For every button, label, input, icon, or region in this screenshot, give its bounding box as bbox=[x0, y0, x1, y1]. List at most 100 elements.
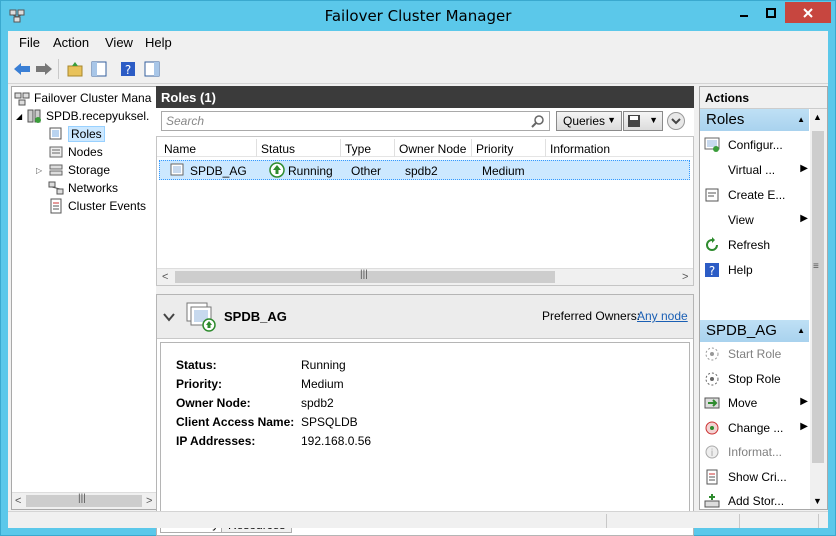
tree-item-roles[interactable]: Roles bbox=[48, 125, 105, 143]
action-pane-icon bbox=[144, 61, 160, 77]
start-role-icon bbox=[705, 347, 719, 361]
column-type[interactable]: Type bbox=[345, 142, 371, 156]
cell-owner-node: spdb2 bbox=[405, 164, 438, 178]
menu-view[interactable]: View bbox=[105, 35, 133, 50]
column-divider[interactable] bbox=[471, 139, 472, 157]
action-show-cri[interactable]: Show Cri... bbox=[704, 467, 808, 487]
scroll-down-icon[interactable]: ▼ bbox=[813, 496, 822, 506]
actions-section-role[interactable]: SPDB_AG ▲ bbox=[700, 320, 809, 342]
scroll-right-icon[interactable]: > bbox=[682, 271, 688, 283]
grid-horizontal-scrollbar[interactable]: < ||| > bbox=[157, 268, 693, 285]
show-action-pane-button[interactable] bbox=[141, 58, 163, 80]
tree-root-label: Failover Cluster Mana bbox=[34, 91, 152, 105]
action-view[interactable]: View ▶ bbox=[704, 210, 808, 230]
prop-priority-label: Priority: bbox=[176, 377, 223, 391]
column-divider[interactable] bbox=[340, 139, 341, 157]
scrollbar-thumb[interactable] bbox=[812, 131, 824, 463]
search-icon[interactable] bbox=[531, 114, 545, 128]
prop-owner-label: Owner Node: bbox=[176, 396, 251, 410]
help-icon: ? bbox=[705, 263, 719, 278]
search-input[interactable]: Search bbox=[161, 111, 550, 131]
help-button[interactable]: ? bbox=[117, 58, 139, 80]
chevron-down-icon bbox=[671, 118, 681, 125]
action-label: Start Role bbox=[728, 347, 782, 361]
title-bar[interactable]: Failover Cluster Manager bbox=[1, 1, 835, 31]
tree-cluster[interactable]: ◢ SPDB.recepyuksel. bbox=[16, 107, 149, 125]
action-create-e[interactable]: Create E... bbox=[704, 185, 808, 205]
collapse-button[interactable] bbox=[667, 112, 685, 130]
column-priority[interactable]: Priority bbox=[476, 142, 513, 156]
action-label: Informat... bbox=[728, 445, 783, 459]
menu-action[interactable]: Action bbox=[53, 35, 89, 50]
scroll-left-icon[interactable]: < bbox=[162, 271, 168, 283]
tree-item-networks[interactable]: Networks bbox=[48, 179, 118, 197]
column-divider[interactable] bbox=[545, 139, 546, 157]
close-button[interactable] bbox=[785, 2, 831, 23]
scroll-up-icon[interactable]: ▲ bbox=[813, 112, 822, 122]
action-refresh[interactable]: Refresh bbox=[704, 235, 808, 255]
move-icon bbox=[704, 397, 720, 409]
window-title: Failover Cluster Manager bbox=[324, 7, 512, 25]
action-help[interactable]: ? Help bbox=[704, 260, 808, 280]
preferred-owners-label: Preferred Owners: bbox=[542, 309, 641, 323]
tree-root[interactable]: Failover Cluster Mana bbox=[14, 89, 151, 107]
tree-item-cluster-events[interactable]: Cluster Events bbox=[48, 197, 146, 215]
forward-button[interactable] bbox=[33, 58, 55, 80]
prop-status-label: Status: bbox=[176, 358, 217, 372]
menu-help[interactable]: Help bbox=[145, 35, 172, 50]
cell-type: Other bbox=[351, 164, 382, 178]
column-divider[interactable] bbox=[256, 139, 257, 157]
section-role-label: SPDB_AG bbox=[706, 322, 777, 339]
maximize-button[interactable] bbox=[758, 2, 784, 23]
change-icon bbox=[705, 421, 719, 434]
save-query-button[interactable]: ▼ bbox=[623, 111, 663, 131]
prop-priority-value: Medium bbox=[301, 377, 344, 391]
any-node-link[interactable]: Any node bbox=[637, 309, 688, 323]
submenu-arrow-icon: ▶ bbox=[800, 163, 808, 174]
status-bar bbox=[8, 511, 828, 528]
action-start-role[interactable]: Start Role bbox=[704, 344, 808, 364]
tree-item-nodes-label: Nodes bbox=[68, 145, 103, 159]
action-informat[interactable]: i Informat... bbox=[704, 442, 808, 462]
blank-icon bbox=[704, 212, 720, 228]
svg-text:i: i bbox=[711, 448, 714, 459]
column-owner-node[interactable]: Owner Node bbox=[399, 142, 466, 156]
tree-item-roles-label: Roles bbox=[68, 126, 105, 142]
action-label: Refresh bbox=[728, 238, 771, 252]
scroll-right-icon[interactable]: > bbox=[146, 495, 152, 507]
back-arrow-icon bbox=[14, 63, 30, 75]
menu-bar: File Action View Help bbox=[8, 31, 828, 53]
cell-priority: Medium bbox=[482, 164, 525, 178]
menu-file[interactable]: File bbox=[19, 35, 40, 50]
column-status[interactable]: Status bbox=[261, 142, 295, 156]
actions-section-roles[interactable]: Roles ▲ bbox=[700, 109, 809, 131]
tree-horizontal-scrollbar[interactable]: < ||| > bbox=[12, 492, 157, 509]
action-change[interactable]: Change ... ▶ bbox=[704, 418, 808, 438]
chevron-down-icon[interactable] bbox=[163, 311, 175, 323]
column-information[interactable]: Information bbox=[550, 142, 610, 156]
console-tree-icon bbox=[91, 61, 107, 77]
queries-button[interactable]: Queries ▼ bbox=[556, 111, 622, 131]
action-move[interactable]: Move ▶ bbox=[704, 393, 808, 413]
action-configur[interactable]: Configur... bbox=[704, 135, 808, 155]
action-virtual[interactable]: Virtual ... ▶ bbox=[704, 160, 808, 180]
action-label: Show Cri... bbox=[728, 469, 787, 484]
scroll-grip-icon: ||| bbox=[78, 493, 86, 504]
tree-item-storage[interactable]: ▷ Storage bbox=[36, 161, 110, 179]
minimize-button[interactable] bbox=[731, 2, 757, 23]
show-hide-tree-button[interactable] bbox=[88, 58, 110, 80]
actions-vertical-scrollbar[interactable]: ▲ ≡ ▼ bbox=[810, 109, 827, 509]
back-button[interactable] bbox=[11, 58, 33, 80]
scroll-left-icon[interactable]: < bbox=[15, 495, 21, 507]
action-label: Create E... bbox=[728, 188, 786, 202]
action-stop-role[interactable]: Stop Role bbox=[704, 369, 808, 389]
column-divider[interactable] bbox=[394, 139, 395, 157]
table-row[interactable]: SPDB_AG Running Other spdb2 Medium bbox=[159, 160, 690, 180]
cluster-events-icon bbox=[50, 198, 62, 214]
collapsed-caret-icon: ▷ bbox=[36, 165, 43, 175]
tree-item-nodes[interactable]: Nodes bbox=[48, 143, 103, 161]
folder-up-icon bbox=[67, 62, 83, 77]
up-folder-button[interactable] bbox=[64, 58, 86, 80]
action-add-stor[interactable]: Add Stor... bbox=[704, 491, 808, 509]
column-name[interactable]: Name bbox=[164, 142, 196, 156]
